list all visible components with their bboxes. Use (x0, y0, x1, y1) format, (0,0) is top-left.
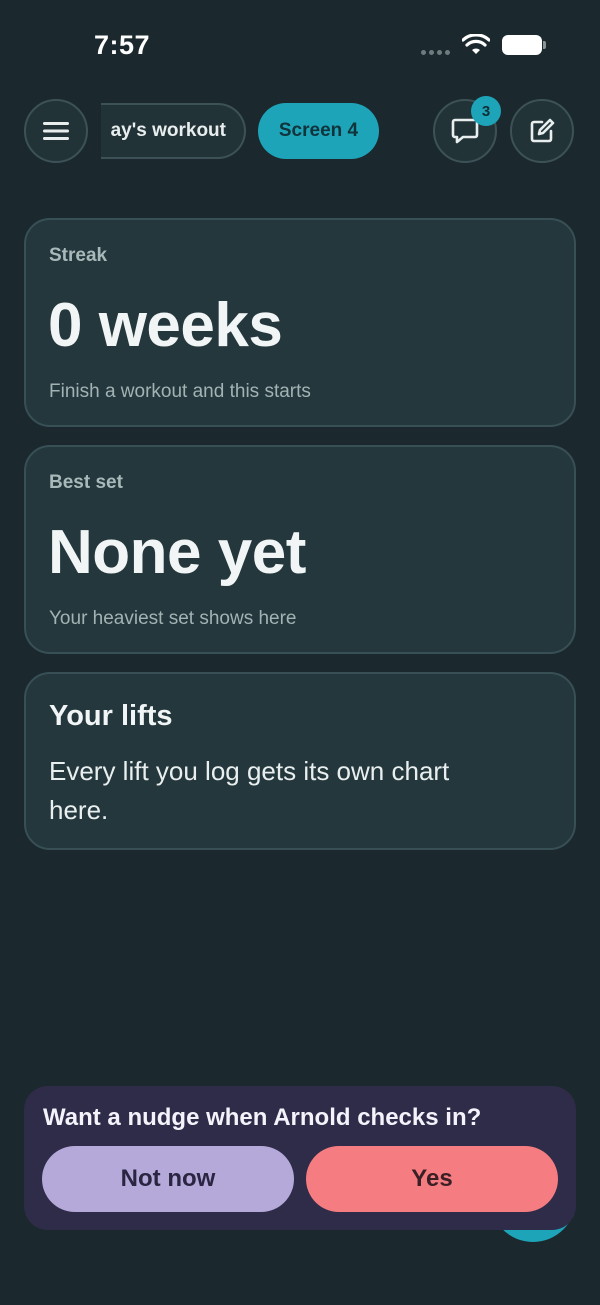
new-entry-button[interactable] (510, 99, 574, 163)
streak-card: Streak 0 weeks Finish a workout and this… (24, 218, 576, 427)
edit-square-icon (530, 118, 555, 143)
tab-screen-4[interactable]: Screen 4 (258, 103, 379, 159)
streak-hint: Finish a workout and this starts (49, 381, 311, 402)
streak-value: 0 weeks (48, 291, 283, 360)
status-time: 7:57 (94, 30, 151, 60)
best-set-hint: Your heaviest set shows here (49, 608, 297, 629)
chat-notification-badge: 3 (471, 96, 501, 126)
your-lifts-title: Your lifts (49, 700, 173, 732)
cellular-signal-icon (421, 49, 450, 55)
yes-button[interactable]: Yes (306, 1146, 558, 1212)
tab-todays-workout[interactable]: ay's workout (101, 103, 246, 159)
prompt-title: Want a nudge when Arnold checks in? (43, 1104, 482, 1131)
your-lifts-description: Every lift you log gets its own chart he… (49, 756, 450, 825)
wifi-icon (462, 34, 490, 54)
best-set-label: Best set (49, 472, 123, 493)
battery-icon (502, 35, 546, 55)
streak-label: Streak (49, 245, 108, 266)
hamburger-menu-icon (43, 122, 69, 140)
best-set-card: Best set None yet Your heaviest set show… (24, 445, 576, 654)
status-icons (421, 34, 546, 56)
not-now-button[interactable]: Not now (42, 1146, 294, 1212)
notification-prompt: Want a nudge when Arnold checks in? Not … (24, 1086, 576, 1230)
menu-button[interactable] (24, 99, 88, 163)
best-set-value: None yet (48, 518, 306, 587)
your-lifts-card[interactable]: Your lifts Every lift you log gets its o… (24, 672, 576, 850)
tab-todays-workout-label: ay's workout (110, 120, 226, 141)
tab-screen-4-label: Screen 4 (278, 120, 359, 141)
